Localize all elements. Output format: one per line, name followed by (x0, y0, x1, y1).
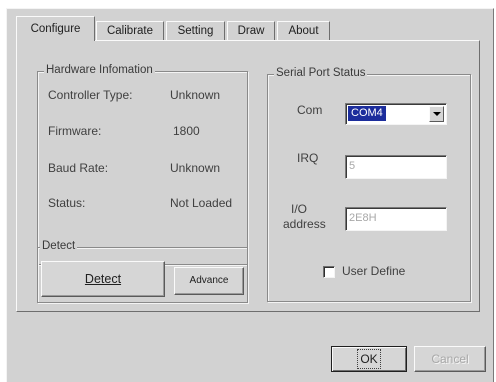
hardware-info-title: Hardware Infomation (44, 64, 155, 76)
controller-type-label: Controller Type: (48, 88, 133, 102)
com-label: Com (297, 103, 323, 117)
status-label: Status: (48, 196, 86, 210)
baud-rate-value: Unknown (170, 161, 221, 175)
io-address-label-line1: I/O (291, 202, 308, 216)
detect-title: Detect (40, 240, 78, 252)
cancel-button-label: Cancel (431, 352, 469, 366)
serial-port-title: Serial Port Status (274, 67, 368, 79)
configure-tab-panel: Hardware Infomation Controller Type: Unk… (16, 40, 480, 312)
firmware-label: Firmware: (48, 124, 102, 138)
ok-button[interactable]: OK (331, 346, 407, 372)
io-address-field[interactable]: 2E8H (345, 207, 447, 231)
com-select-value: COM4 (348, 106, 386, 121)
chevron-down-icon[interactable] (429, 106, 444, 122)
user-define-label[interactable]: User Define (342, 264, 405, 278)
user-define-checkbox[interactable] (323, 266, 335, 278)
tab-calibrate[interactable]: Calibrate (96, 21, 164, 40)
tab-draw[interactable]: Draw (227, 21, 275, 40)
tab-about[interactable]: About (277, 21, 330, 40)
controller-type-value: Unknown (170, 88, 221, 102)
status-value: Not Loaded (170, 196, 233, 210)
firmware-value: 1800 (173, 124, 200, 138)
tab-setting[interactable]: Setting (166, 21, 225, 40)
detect-button-label: Detect (84, 272, 122, 286)
tab-configure[interactable]: Configure (16, 16, 95, 41)
baud-rate-label: Baud Rate: (48, 161, 109, 175)
ok-button-label: OK (357, 349, 381, 369)
io-address-label-line2: address (283, 217, 326, 231)
irq-label: IRQ (297, 151, 319, 165)
advance-button[interactable]: Advance (174, 267, 244, 295)
com-select[interactable]: COM4 (345, 103, 447, 125)
advance-button-label: Advance (189, 275, 229, 286)
irq-field[interactable]: 5 (345, 155, 447, 179)
detect-button[interactable]: Detect (41, 261, 165, 297)
cancel-button[interactable]: Cancel (414, 346, 486, 372)
